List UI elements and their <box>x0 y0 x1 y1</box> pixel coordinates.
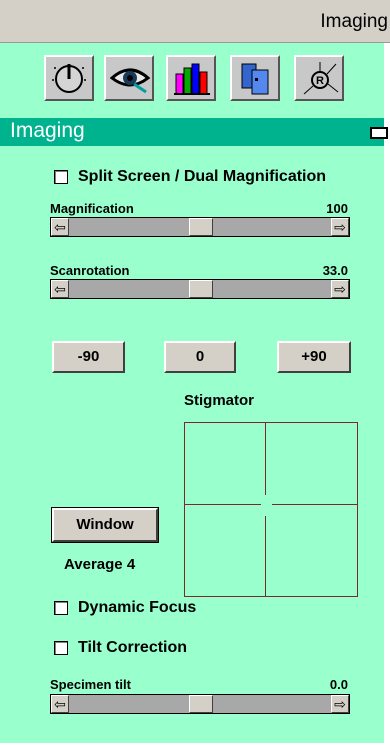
specimen-tilt-slider[interactable]: ⇦ ⇨ <box>50 694 350 714</box>
checkbox-box[interactable] <box>54 601 68 615</box>
bar-chart-icon <box>174 63 210 95</box>
rotation-button[interactable]: R <box>294 55 344 101</box>
knob-button[interactable] <box>44 55 94 101</box>
eye-button[interactable] <box>104 55 154 101</box>
crosshair-line <box>265 516 266 596</box>
arrow-left-icon[interactable]: ⇦ <box>51 280 69 298</box>
minimize-icon[interactable] <box>370 127 388 139</box>
arrow-right-icon[interactable]: ⇨ <box>331 695 349 713</box>
stigmator-pad[interactable] <box>184 422 358 597</box>
scanrotation-label: Scanrotation <box>50 263 130 278</box>
scanrotation-value: 33.0 <box>322 263 348 278</box>
arrow-left-icon[interactable]: ⇦ <box>51 695 69 713</box>
scanrotation-slider[interactable]: ⇦ ⇨ <box>50 279 350 299</box>
arrow-right-icon[interactable]: ⇨ <box>331 280 349 298</box>
magnification-slider[interactable]: ⇦ ⇨ <box>50 217 350 237</box>
svg-text:R: R <box>316 75 324 87</box>
specimen-tilt-label: Specimen tilt <box>50 677 131 692</box>
window-title: Imaging <box>320 11 388 32</box>
arrow-left-icon[interactable]: ⇦ <box>51 218 69 236</box>
slider-thumb[interactable] <box>189 695 213 713</box>
dynamic-focus-label: Dynamic Focus <box>78 599 197 616</box>
eye-icon <box>110 68 150 94</box>
rotate-zero-button[interactable]: 0 <box>164 341 236 373</box>
average-label: Average 4 <box>64 556 136 573</box>
tilt-correction-label: Tilt Correction <box>78 639 188 656</box>
histogram-button[interactable] <box>166 55 216 101</box>
rotate-plus-90-button[interactable]: +90 <box>277 341 351 373</box>
split-screen-label: Split Screen / Dual Magnification <box>78 168 327 185</box>
checkbox-box[interactable] <box>54 641 68 655</box>
stigmator-label: Stigmator <box>184 392 255 409</box>
rotation-axes-icon: R <box>303 62 339 95</box>
arrow-right-icon[interactable]: ⇨ <box>331 218 349 236</box>
imaging-panel: R Imaging Split Screen / Dual Magnificat… <box>0 43 388 743</box>
specimen-tilt-value: 0.0 <box>329 677 348 692</box>
crosshair-line <box>272 504 358 505</box>
rotate-minus-90-button[interactable]: -90 <box>52 341 125 373</box>
slider-thumb[interactable] <box>189 280 213 298</box>
title-bar: Imaging <box>0 0 390 43</box>
slider-thumb[interactable] <box>189 218 213 236</box>
window-button[interactable]: Window <box>51 507 159 543</box>
section-header: Imaging <box>0 118 388 146</box>
checkbox-box[interactable] <box>54 170 68 184</box>
split-window-icon <box>241 63 269 95</box>
crosshair-line <box>265 423 266 495</box>
knob-icon <box>52 64 86 93</box>
split-window-button[interactable] <box>230 55 280 101</box>
crosshair-line <box>185 504 261 505</box>
section-title: Imaging <box>10 119 85 142</box>
magnification-value: 100 <box>326 201 348 216</box>
magnification-label: Magnification <box>50 201 134 216</box>
